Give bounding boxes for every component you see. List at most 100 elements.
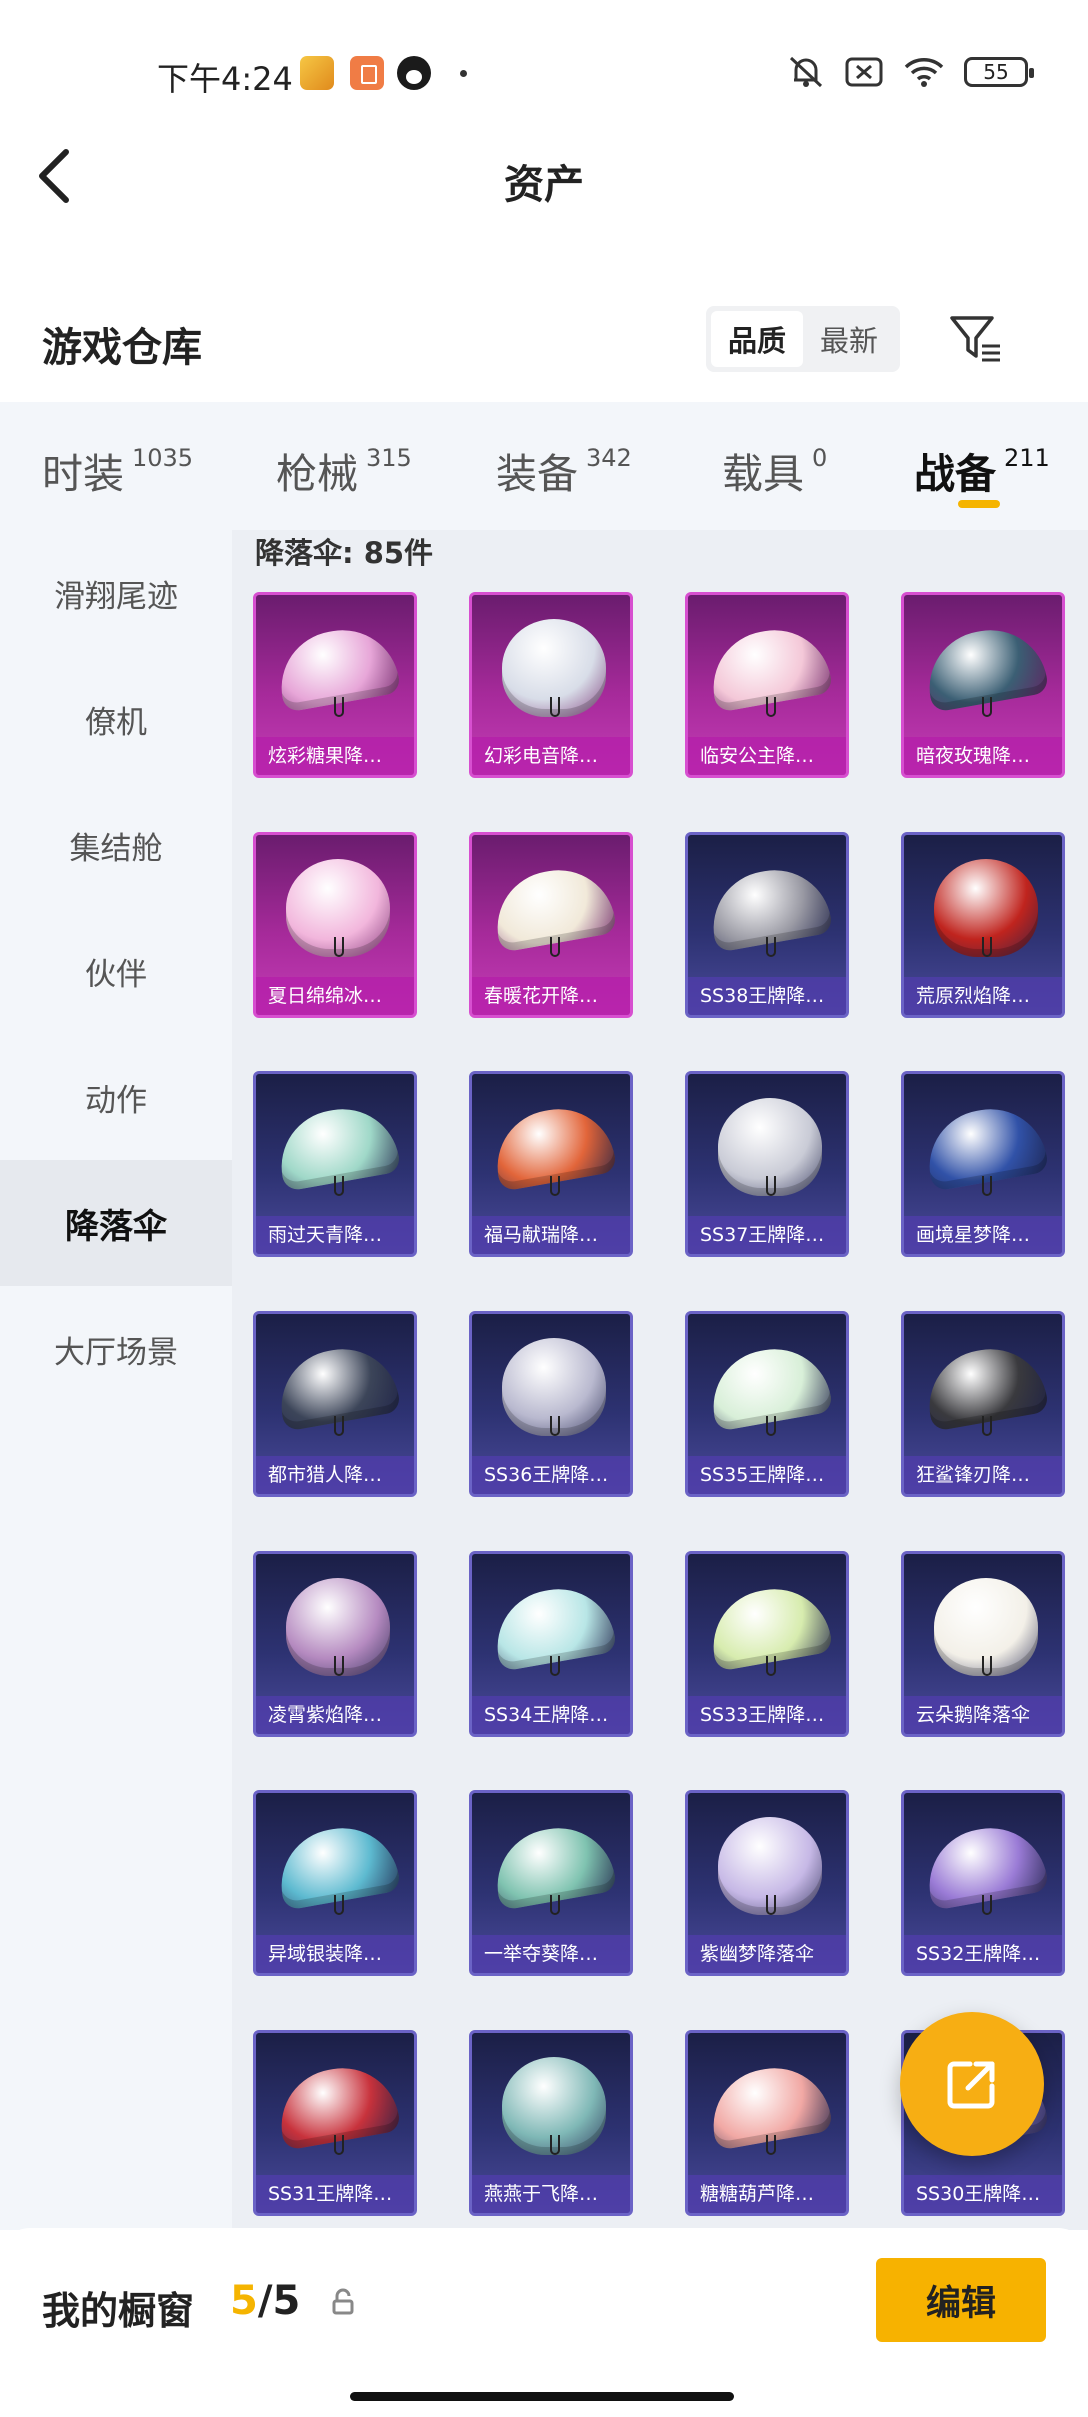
parachute-harness-icon — [550, 697, 560, 717]
filter-button[interactable] — [946, 310, 1006, 366]
parachute-harness-icon — [550, 937, 560, 957]
item-name: SS31王牌降… — [256, 2175, 414, 2213]
parachute-item[interactable]: 春暖花开降… — [469, 832, 633, 1018]
sidebar-item-assembly-pod[interactable]: 集结舱 — [0, 782, 232, 908]
parachute-item[interactable]: 画境星梦降… — [901, 1071, 1065, 1257]
tab-fashion[interactable]: 时装 1035 — [42, 440, 193, 500]
item-name: SS30王牌降… — [904, 2175, 1062, 2213]
tab-weapons[interactable]: 枪械 315 — [276, 440, 412, 500]
sort-quality-button[interactable]: 品质 — [711, 311, 803, 367]
parachute-harness-icon — [982, 1176, 992, 1196]
parachute-harness-icon — [550, 1656, 560, 1676]
parachute-harness-icon — [766, 1416, 776, 1436]
item-name: 雨过天青降… — [256, 1216, 414, 1254]
parachute-harness-icon — [550, 1895, 560, 1915]
item-name: 都市猎人降… — [256, 1456, 414, 1494]
parachute-item[interactable]: 凌霄紫焰降… — [253, 1551, 417, 1737]
parachute-harness-icon — [766, 1656, 776, 1676]
parachute-item[interactable]: 都市猎人降… — [253, 1311, 417, 1497]
tab-vehicles[interactable]: 载具 0 — [722, 440, 827, 500]
item-name: 画境星梦降… — [904, 1216, 1062, 1254]
sidebar-item-wingman[interactable]: 僚机 — [0, 656, 232, 782]
tab-count: 1035 — [132, 444, 194, 472]
parachute-item[interactable]: 幻彩电音降… — [469, 592, 633, 778]
item-name: 异域银装降… — [256, 1935, 414, 1973]
showcase-total: /5 — [257, 2278, 301, 2324]
item-name: 暗夜玫瑰降… — [904, 737, 1062, 775]
tab-count: 315 — [366, 444, 412, 472]
sidebar-item-emote[interactable]: 动作 — [0, 1034, 232, 1160]
parachute-item[interactable]: 炫彩糖果降… — [253, 592, 417, 778]
filter-icon — [950, 316, 1000, 362]
edit-button[interactable]: 编辑 — [876, 2258, 1046, 2342]
parachute-item[interactable]: 云朵鹅降落伞 — [901, 1551, 1065, 1737]
sidebar-item-lobby-scene[interactable]: 大厅场景 — [0, 1286, 232, 1412]
item-name: 一举夺葵降… — [472, 1935, 630, 1973]
parachute-harness-icon — [334, 2135, 344, 2155]
parachute-item[interactable]: 狂鲨锋刃降… — [901, 1311, 1065, 1497]
status-icons: 55 — [786, 54, 1034, 90]
parachute-item[interactable]: SS37王牌降… — [685, 1071, 849, 1257]
item-name: 紫幽梦降落伞 — [688, 1935, 846, 1973]
item-name: 燕燕于飞降… — [472, 2175, 630, 2213]
item-name: 凌霄紫焰降… — [256, 1696, 414, 1734]
sort-newest-button[interactable]: 最新 — [803, 311, 895, 367]
parachute-item[interactable]: 夏日绵绵冰… — [253, 832, 417, 1018]
tab-equipment[interactable]: 装备 342 — [496, 440, 632, 500]
parachute-item[interactable]: 雨过天青降… — [253, 1071, 417, 1257]
subcategory-sidebar: 滑翔尾迹 僚机 集结舱 伙伴 动作 降落伞 大厅场景 — [0, 530, 232, 2230]
item-name: SS33王牌降… — [688, 1696, 846, 1734]
parachute-item[interactable]: SS35王牌降… — [685, 1311, 849, 1497]
parachute-item[interactable]: 糖糖葫芦降… — [685, 2030, 849, 2216]
parachute-item[interactable]: 一举夺葵降… — [469, 1790, 633, 1976]
item-name: 荒原烈焰降… — [904, 977, 1062, 1015]
parachute-item[interactable]: SS36王牌降… — [469, 1311, 633, 1497]
sidebar-item-glide-trail[interactable]: 滑翔尾迹 — [0, 530, 232, 656]
parachute-item[interactable]: 异域银装降… — [253, 1790, 417, 1976]
active-tab-indicator — [958, 500, 1000, 508]
parachute-harness-icon — [766, 1176, 776, 1196]
sort-toggle: 品质 最新 — [706, 306, 900, 372]
parachute-harness-icon — [766, 2135, 776, 2155]
item-name: 夏日绵绵冰… — [256, 977, 414, 1015]
parachute-item[interactable]: 紫幽梦降落伞 — [685, 1790, 849, 1976]
item-name: SS37王牌降… — [688, 1216, 846, 1254]
item-name: SS35王牌降… — [688, 1456, 846, 1494]
item-name: 春暖花开降… — [472, 977, 630, 1015]
notification-app-icon — [350, 56, 384, 90]
tab-count: 0 — [812, 444, 828, 472]
share-button[interactable] — [900, 2012, 1044, 2156]
parachute-item[interactable]: SS34王牌降… — [469, 1551, 633, 1737]
wifi-icon — [902, 55, 946, 89]
parachute-item[interactable]: 临安公主降… — [685, 592, 849, 778]
page-title: 资产 — [504, 162, 584, 208]
tab-label: 载具 — [722, 450, 804, 498]
item-name: 狂鲨锋刃降… — [904, 1456, 1062, 1494]
parachute-item[interactable]: SS33王牌降… — [685, 1551, 849, 1737]
share-icon — [947, 2061, 995, 2109]
item-name: 福马献瑞降… — [472, 1216, 630, 1254]
parachute-item[interactable]: SS32王牌降… — [901, 1790, 1065, 1976]
parachute-harness-icon — [982, 697, 992, 717]
home-indicator — [350, 2392, 734, 2401]
parachute-harness-icon — [766, 937, 776, 957]
parachute-item[interactable]: SS31王牌降… — [253, 2030, 417, 2216]
item-name: 幻彩电音降… — [472, 737, 630, 775]
showcase-label: 我的橱窗 — [42, 2289, 195, 2333]
parachute-harness-icon — [550, 2135, 560, 2155]
parachute-harness-icon — [550, 1176, 560, 1196]
parachute-item[interactable]: 暗夜玫瑰降… — [901, 592, 1065, 778]
more-notifications-dot-icon — [460, 70, 467, 77]
sidebar-item-parachute[interactable]: 降落伞 — [0, 1160, 232, 1286]
tab-battle-gear[interactable]: 战备 211 — [914, 440, 1050, 500]
parachute-item[interactable]: SS38王牌降… — [685, 832, 849, 1018]
parachute-harness-icon — [334, 1176, 344, 1196]
game-app-icon — [300, 56, 334, 90]
parachute-item[interactable]: 燕燕于飞降… — [469, 2030, 633, 2216]
parachute-item[interactable]: 荒原烈焰降… — [901, 832, 1065, 1018]
showcase-count: 5/5 — [230, 2278, 300, 2324]
category-count: 降落伞: 85件 — [255, 536, 434, 570]
item-name: SS34王牌降… — [472, 1696, 630, 1734]
sidebar-item-companion[interactable]: 伙伴 — [0, 908, 232, 1034]
parachute-item[interactable]: 福马献瑞降… — [469, 1071, 633, 1257]
